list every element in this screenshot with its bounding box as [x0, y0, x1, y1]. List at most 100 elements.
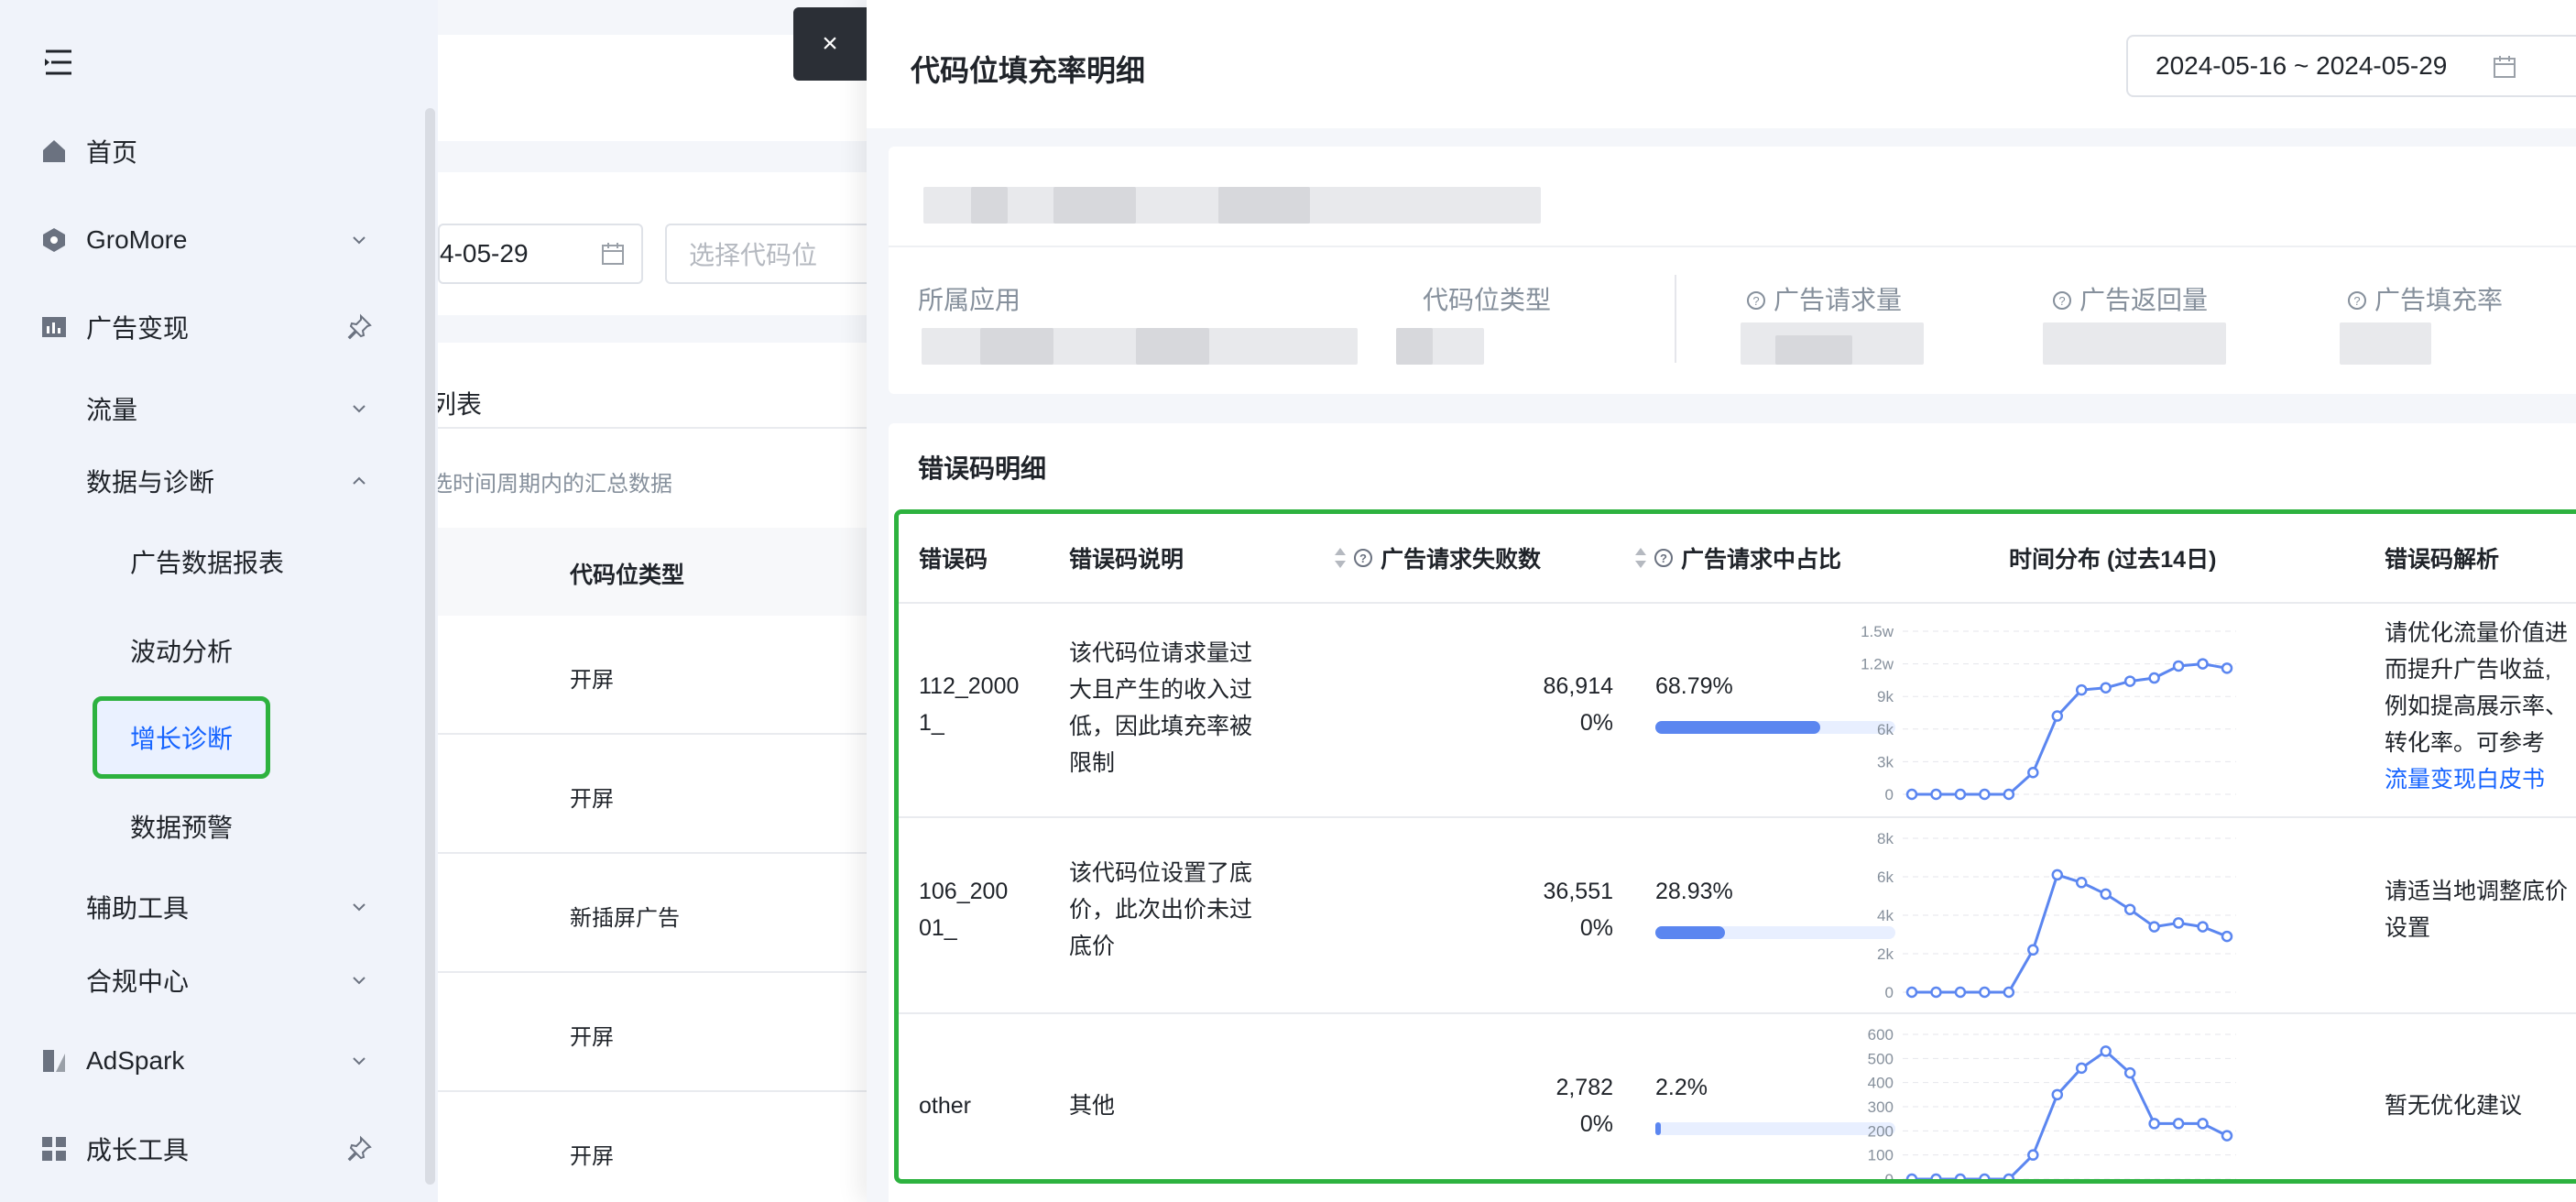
- chart-y-tick: 8k: [1877, 830, 1894, 847]
- chart-y-tick: 400: [1868, 1075, 1894, 1092]
- sidebar-item-assist-tools[interactable]: 辅助工具: [0, 880, 403, 934]
- chart-point: [1930, 1173, 1942, 1179]
- bar-chart-icon: [42, 317, 66, 337]
- drawer-date-range-picker[interactable]: 2024-05-16 ~ 2024-05-29: [2126, 35, 2576, 97]
- sidebar-item-growth-diagnosis[interactable]: 增长诊断: [93, 696, 270, 779]
- close-icon: ×: [822, 28, 838, 59]
- chart-y-tick: 500: [1868, 1050, 1894, 1067]
- info-label-fill-rate-text: 广告填充率: [2374, 286, 2504, 314]
- chart-point: [2148, 1118, 2160, 1130]
- table-row: 112_20001_ 该代码位请求量过大且产生的收入过低，因此填充率被限制 86…: [899, 602, 2576, 818]
- chart-point: [2051, 1088, 2064, 1101]
- sort-icon[interactable]: [1333, 546, 1348, 570]
- sidebar-item-compliance[interactable]: 合规中心: [0, 953, 403, 1008]
- svg-text:?: ?: [1359, 552, 1367, 565]
- calendar-icon: [602, 243, 624, 265]
- chart-y-tick: 4k: [1877, 907, 1894, 924]
- chart-point: [2197, 1118, 2209, 1130]
- divider: [438, 427, 868, 429]
- drawer-date-text: 2024-05-16 ~ 2024-05-29: [2156, 51, 2448, 80]
- svg-text:?: ?: [1660, 552, 1667, 565]
- help-icon[interactable]: ?: [1746, 290, 1766, 311]
- chart-point: [2221, 1130, 2233, 1142]
- redacted-block: [971, 187, 1008, 224]
- sidebar-item-label: 增长诊断: [129, 725, 233, 753]
- chevron-down-icon: [353, 1057, 366, 1065]
- pin-icon[interactable]: [345, 313, 373, 341]
- col-error-desc: 错误码说明: [1069, 547, 1184, 573]
- bg-list-title: 列表: [431, 390, 483, 419]
- sidebar-item-data-diagnosis[interactable]: 数据与诊断: [0, 453, 403, 508]
- grid-icon: [42, 1137, 66, 1161]
- drawer-close-button[interactable]: ×: [793, 7, 867, 81]
- bg-summary-note: 选时间周期内的汇总数据: [431, 472, 672, 497]
- share-progress-fill: [1655, 1122, 1661, 1135]
- error-code: 106_20001_: [919, 879, 1009, 941]
- sidebar-item-data-alert[interactable]: 数据预警: [0, 799, 403, 854]
- sort-icon[interactable]: [1633, 546, 1648, 570]
- menu-collapse-icon[interactable]: [42, 46, 75, 79]
- chart-point: [2197, 658, 2209, 670]
- redacted-block: [1218, 187, 1310, 224]
- chart-y-tick: 6k: [1877, 869, 1894, 886]
- table-row: 106_20001_ 该代码位设置了底价，此次出价未过底价 36,551 0% …: [899, 816, 2576, 1014]
- sidebar-item-fluctuation[interactable]: 波动分析: [0, 623, 403, 678]
- adspark-icon: [43, 1050, 65, 1072]
- share-percent: 2.2%: [1655, 1075, 1708, 1100]
- chart-point: [2100, 1045, 2112, 1057]
- sidebar-item-monetize[interactable]: 广告变现: [0, 300, 403, 355]
- error-section-title: 错误码明细: [918, 454, 1047, 483]
- pin-icon[interactable]: [345, 1135, 373, 1163]
- help-icon[interactable]: ?: [2052, 290, 2072, 311]
- share-percent: 68.79%: [1655, 673, 1733, 699]
- chart-y-tick: 600: [1868, 1026, 1894, 1044]
- chart-point: [2003, 986, 2015, 999]
- divider: [438, 733, 868, 735]
- sidebar-item-adspark[interactable]: AdSpark: [0, 1033, 403, 1088]
- sidebar-item-label: 波动分析: [130, 638, 234, 666]
- chart-series-line: [1912, 1049, 2228, 1179]
- col-share[interactable]: ? 广告请求中占比: [1633, 514, 1841, 602]
- error-desc: 该代码位设置了底价，此次出价未过底价: [1069, 860, 1253, 959]
- sidebar-item-gromore[interactable]: GroMore: [0, 213, 403, 268]
- bg-row-slot-type: 开屏: [570, 1025, 614, 1050]
- share-progress-fill: [1655, 926, 1725, 939]
- info-label-slot-type: 代码位类型: [1423, 286, 1552, 314]
- redacted-fill-rate-value: [2340, 322, 2431, 365]
- help-icon[interactable]: ?: [1654, 548, 1674, 568]
- info-label-returns: ? 广告返回量: [2052, 280, 2208, 317]
- chart-y-tick: 2k: [1877, 945, 1894, 963]
- chart-point: [2100, 682, 2112, 694]
- chart-y-tick: 0: [1885, 786, 1894, 803]
- sidebar-item-growth-tools[interactable]: 成长工具: [0, 1121, 403, 1176]
- error-analysis: 请适当地调整底价设置: [2385, 873, 2568, 946]
- help-icon[interactable]: ?: [2347, 290, 2367, 311]
- chart-point: [2123, 675, 2136, 687]
- bg-row-slot-type: 开屏: [570, 787, 614, 812]
- error-code-table: 错误码 错误码说明 ? 广告请求失败数 ? 广告请求中占比 时间分布 (过去14日)…: [894, 509, 2576, 1184]
- table-row: other 其他 2,782 0% 2.2% 0 100 200 300 400 500 6…: [899, 1012, 2576, 1179]
- sidebar-scrollbar[interactable]: [425, 108, 435, 1185]
- bg-slot-select[interactable]: 选择代码位: [665, 224, 885, 284]
- bg-row-slot-type: 新插屏广告: [570, 906, 680, 931]
- share-percent: 28.93%: [1655, 879, 1733, 904]
- col-fail-count[interactable]: ? 广告请求失败数: [1333, 514, 1541, 602]
- bg-date-range-input[interactable]: 4-05-29: [438, 224, 643, 284]
- sidebar-item-ad-report[interactable]: 广告数据报表: [0, 534, 403, 589]
- sidebar-item-home[interactable]: 首页: [0, 124, 403, 179]
- chart-point: [1954, 1173, 1967, 1179]
- chart-point: [2172, 1118, 2185, 1130]
- sidebar: 首页 GroMore 广告变现 流量 数据与诊断 广告数据报表 波动分析 增长诊…: [0, 0, 438, 1202]
- chart-point: [2051, 710, 2064, 722]
- sidebar-item-label: 数据与诊断: [86, 468, 215, 497]
- bg-date-text: 4-05-29: [440, 239, 529, 268]
- divider: [438, 971, 868, 973]
- fail-change: 0%: [1579, 915, 1613, 941]
- redacted-block: [1775, 335, 1852, 365]
- whitepaper-link[interactable]: 流量变现白皮书: [2385, 767, 2545, 792]
- sidebar-item-traffic[interactable]: 流量: [0, 381, 403, 436]
- sidebar-item-label: 首页: [86, 138, 138, 167]
- info-label-returns-text: 广告返回量: [2079, 286, 2209, 314]
- help-icon[interactable]: ?: [1353, 548, 1373, 568]
- svg-text:?: ?: [2058, 294, 2065, 308]
